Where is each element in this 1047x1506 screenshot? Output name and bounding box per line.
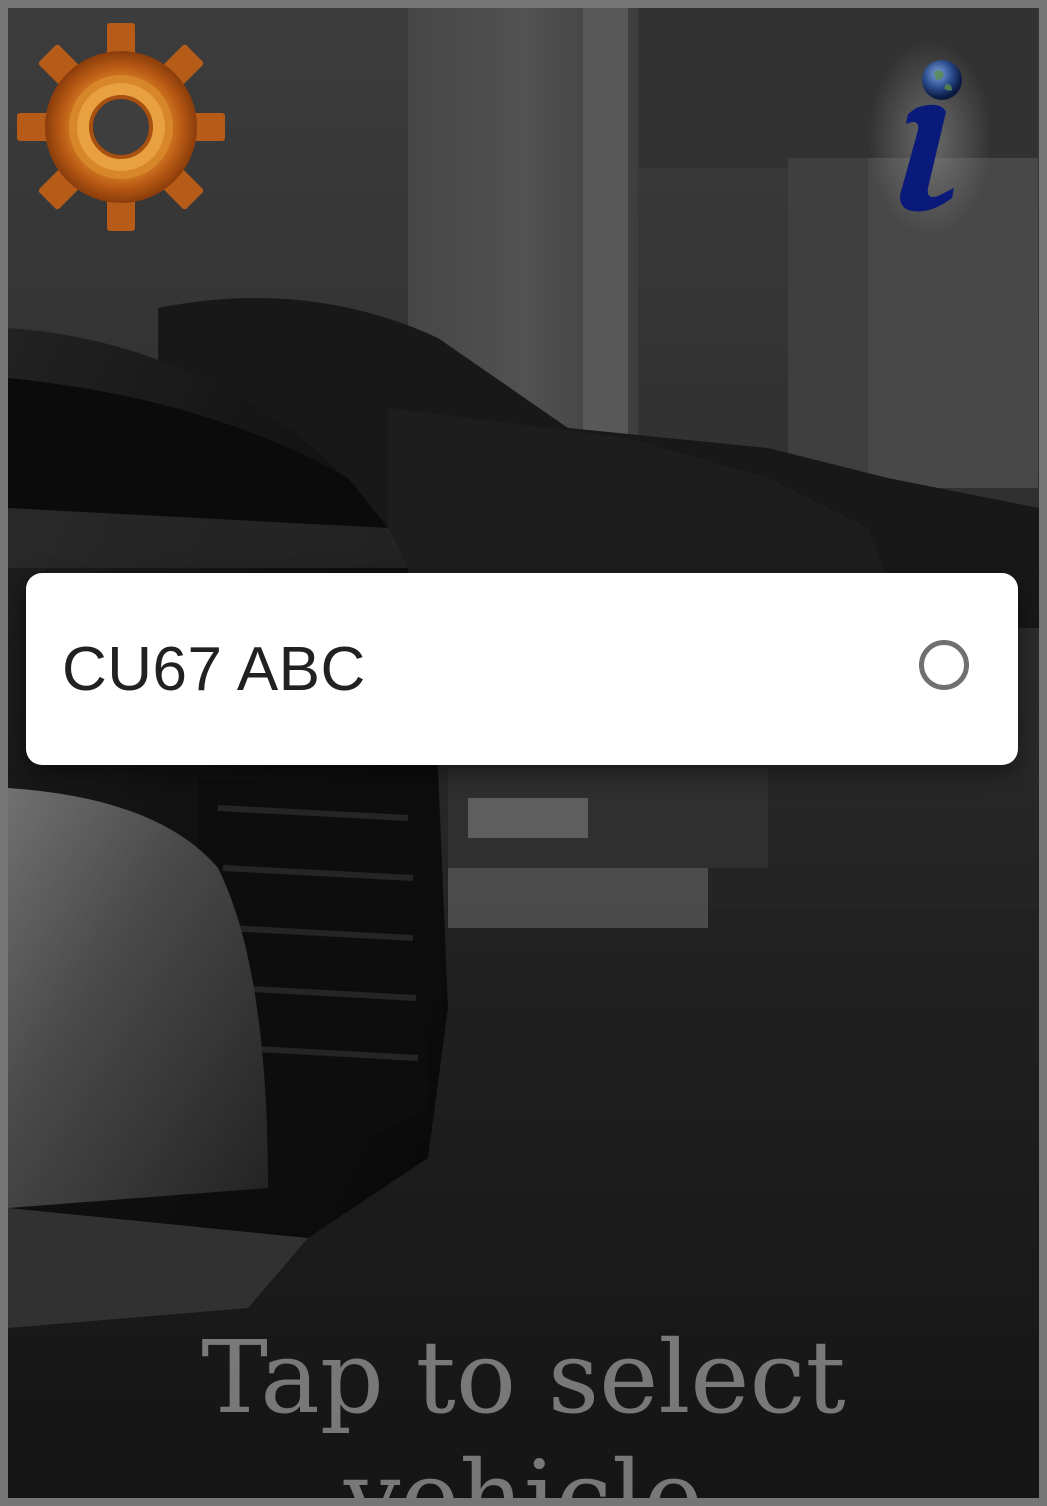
tap-to-select-hint: Tap to select vehicle <box>201 1319 846 1506</box>
gear-icon <box>17 23 225 231</box>
vehicle-registration-label: CU67 ABC <box>62 635 366 704</box>
settings-button[interactable] <box>16 22 226 232</box>
vehicle-option[interactable]: CU67 ABC <box>26 573 1018 765</box>
app-screen: CU67 ABC Tap to select vehicle <box>0 0 1047 1506</box>
info-globe-icon <box>868 40 992 236</box>
radio-button[interactable] <box>919 640 969 690</box>
info-button[interactable] <box>868 38 998 238</box>
vehicle-select-dialog: CU67 ABC <box>26 573 1018 765</box>
